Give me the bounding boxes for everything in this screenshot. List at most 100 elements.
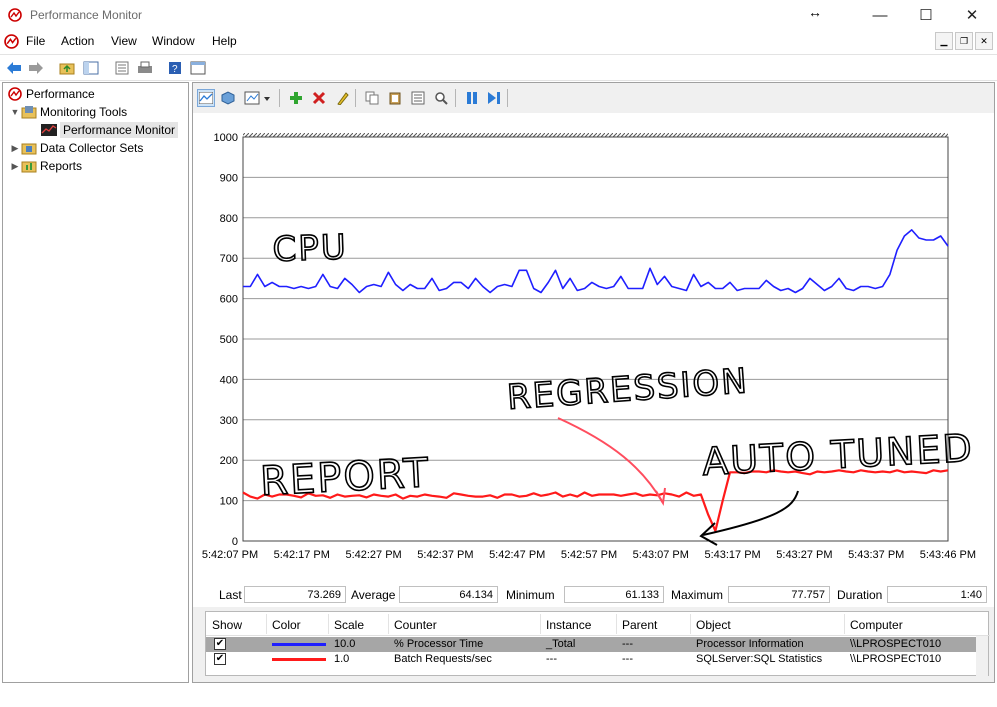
y-tick-label: 800 bbox=[220, 213, 238, 225]
menu-action[interactable]: Action bbox=[61, 34, 94, 48]
col-instance[interactable]: Instance bbox=[546, 618, 591, 632]
system-menu-icon[interactable] bbox=[4, 34, 19, 52]
performance-monitor-pane: 0 100 200 300 400 500 600 700 800 900 1000 5:42:07 … bbox=[192, 82, 995, 683]
toolbar-separator bbox=[279, 89, 280, 107]
col-computer[interactable]: Computer bbox=[850, 618, 903, 632]
time-bar-hatch bbox=[243, 133, 948, 137]
col-divider bbox=[328, 614, 329, 634]
resize-cursor-icon: ↔ bbox=[808, 4, 822, 20]
update-data-icon[interactable] bbox=[485, 89, 503, 107]
paste-counter-list-icon[interactable] bbox=[386, 89, 404, 107]
title-bar: Performance Monitor ↔ — ☐ ✕ bbox=[0, 0, 997, 30]
col-divider bbox=[540, 614, 541, 634]
minimize-button[interactable]: — bbox=[857, 0, 903, 30]
tree-item-monitoring-tools[interactable]: ▼ Monitoring Tools bbox=[9, 103, 128, 121]
x-tick-label: 5:42:27 PM bbox=[345, 549, 401, 561]
highlight-icon[interactable] bbox=[333, 89, 351, 107]
y-tick-label: 400 bbox=[220, 374, 238, 386]
zoom-icon[interactable] bbox=[432, 89, 450, 107]
expand-arrow-icon[interactable]: ▶ bbox=[9, 161, 21, 172]
mdi-restore-button[interactable]: ❐ bbox=[955, 32, 973, 50]
col-divider bbox=[690, 614, 691, 634]
menu-file[interactable]: File bbox=[26, 34, 45, 48]
tree-item-performance-monitor[interactable]: Performance Monitor bbox=[41, 121, 179, 139]
window-title: Performance Monitor bbox=[30, 8, 143, 22]
show-hide-console-tree-icon[interactable] bbox=[82, 59, 100, 77]
y-tick-label: 600 bbox=[220, 294, 238, 306]
toolbar-separator bbox=[455, 89, 456, 107]
freeze-display-icon[interactable] bbox=[463, 89, 481, 107]
collapse-arrow-icon[interactable]: ▼ bbox=[9, 107, 21, 117]
properties-pane-icon[interactable] bbox=[189, 59, 207, 77]
mdi-controls: ▁ ❐ ✕ bbox=[935, 32, 993, 50]
maximize-button[interactable]: ☐ bbox=[903, 0, 949, 30]
handwritten-annotation: AUTO TUNED bbox=[701, 426, 975, 484]
scale-cell: 10.0 bbox=[334, 638, 356, 650]
export-list-icon[interactable] bbox=[113, 59, 131, 77]
help-icon[interactable]: ? bbox=[166, 59, 184, 77]
x-tick-label: 5:42:17 PM bbox=[274, 549, 330, 561]
instance-cell: _Total bbox=[546, 638, 576, 650]
handwritten-annotation: CPU bbox=[272, 227, 348, 270]
view-log-data-icon[interactable] bbox=[219, 89, 237, 107]
data-collector-folder-icon bbox=[21, 140, 37, 156]
average-value: 64.134 bbox=[399, 586, 498, 603]
y-tick-label: 100 bbox=[220, 496, 238, 508]
tree-label: Reports bbox=[40, 159, 83, 173]
menu-help[interactable]: Help bbox=[212, 34, 237, 48]
main-toolbar: ? bbox=[0, 54, 997, 81]
show-checkbox[interactable]: ✔ bbox=[214, 638, 226, 650]
show-checkbox[interactable]: ✔ bbox=[214, 653, 226, 665]
print-icon[interactable] bbox=[136, 59, 154, 77]
mdi-close-button[interactable]: ✕ bbox=[975, 32, 993, 50]
col-object[interactable]: Object bbox=[696, 618, 731, 632]
x-tick-label: 5:43:17 PM bbox=[704, 549, 760, 561]
legend-row-batch-requests[interactable]: ✔ 1.0 Batch Requests/sec --- --- SQLServ… bbox=[206, 652, 976, 667]
col-show[interactable]: Show bbox=[212, 618, 242, 632]
computer-cell: \\LPROSPECT010 bbox=[850, 653, 942, 665]
col-counter[interactable]: Counter bbox=[394, 618, 437, 632]
copy-properties-icon[interactable] bbox=[363, 89, 381, 107]
svg-text:?: ? bbox=[172, 64, 178, 75]
legend-scrollbar[interactable] bbox=[976, 636, 988, 676]
change-graph-type-icon[interactable] bbox=[243, 89, 273, 107]
legend-row-processor-time[interactable]: ✔ 10.0 % Processor Time _Total --- Proce… bbox=[206, 637, 976, 652]
tree-item-reports[interactable]: ▶ Reports bbox=[9, 157, 83, 175]
delete-counter-icon[interactable] bbox=[310, 89, 328, 107]
col-divider bbox=[266, 614, 267, 634]
x-tick-label: 5:42:47 PM bbox=[489, 549, 545, 561]
line-graph: 0 100 200 300 400 500 600 700 800 900 1000 5:42:07 … bbox=[193, 113, 994, 583]
back-icon[interactable] bbox=[5, 59, 23, 77]
tree-item-performance[interactable]: Performance bbox=[7, 85, 95, 103]
menu-window[interactable]: Window bbox=[152, 34, 195, 48]
performance-monitor-chart-icon bbox=[41, 122, 57, 138]
add-counter-icon[interactable] bbox=[287, 89, 305, 107]
properties-icon[interactable] bbox=[409, 89, 427, 107]
col-parent[interactable]: Parent bbox=[622, 618, 657, 632]
perfmon-icon bbox=[7, 86, 23, 102]
col-color[interactable]: Color bbox=[272, 618, 301, 632]
expand-arrow-icon[interactable]: ▶ bbox=[9, 143, 21, 154]
y-tick-label: 200 bbox=[220, 455, 238, 467]
y-tick-label: 0 bbox=[232, 536, 238, 548]
col-scale[interactable]: Scale bbox=[334, 618, 364, 632]
chart-canvas: 0 100 200 300 400 500 600 700 800 900 1000 5:42:07 … bbox=[202, 132, 976, 561]
mdi-minimize-button[interactable]: ▁ bbox=[935, 32, 953, 50]
last-label: Last bbox=[219, 588, 242, 602]
forward-icon[interactable] bbox=[27, 59, 45, 77]
legend-header: Show Color Scale Counter Instance Parent… bbox=[206, 612, 990, 636]
view-current-activity-icon[interactable] bbox=[197, 89, 215, 107]
x-tick-label: 5:43:37 PM bbox=[848, 549, 904, 561]
close-button[interactable]: ✕ bbox=[949, 0, 995, 30]
series-line bbox=[243, 229, 949, 294]
x-tick-label: 5:43:07 PM bbox=[633, 549, 689, 561]
color-swatch bbox=[272, 658, 326, 661]
reports-folder-icon bbox=[21, 158, 37, 174]
average-label: Average bbox=[351, 588, 396, 602]
duration-label: Duration bbox=[837, 588, 883, 602]
up-folder-icon[interactable] bbox=[58, 59, 76, 77]
tree-item-data-collector-sets[interactable]: ▶ Data Collector Sets bbox=[9, 139, 144, 157]
parent-cell: --- bbox=[622, 653, 633, 665]
statistics-bar: Last 73.269 Average 64.134 Minimum 61.13… bbox=[193, 583, 994, 607]
menu-view[interactable]: View bbox=[111, 34, 137, 48]
